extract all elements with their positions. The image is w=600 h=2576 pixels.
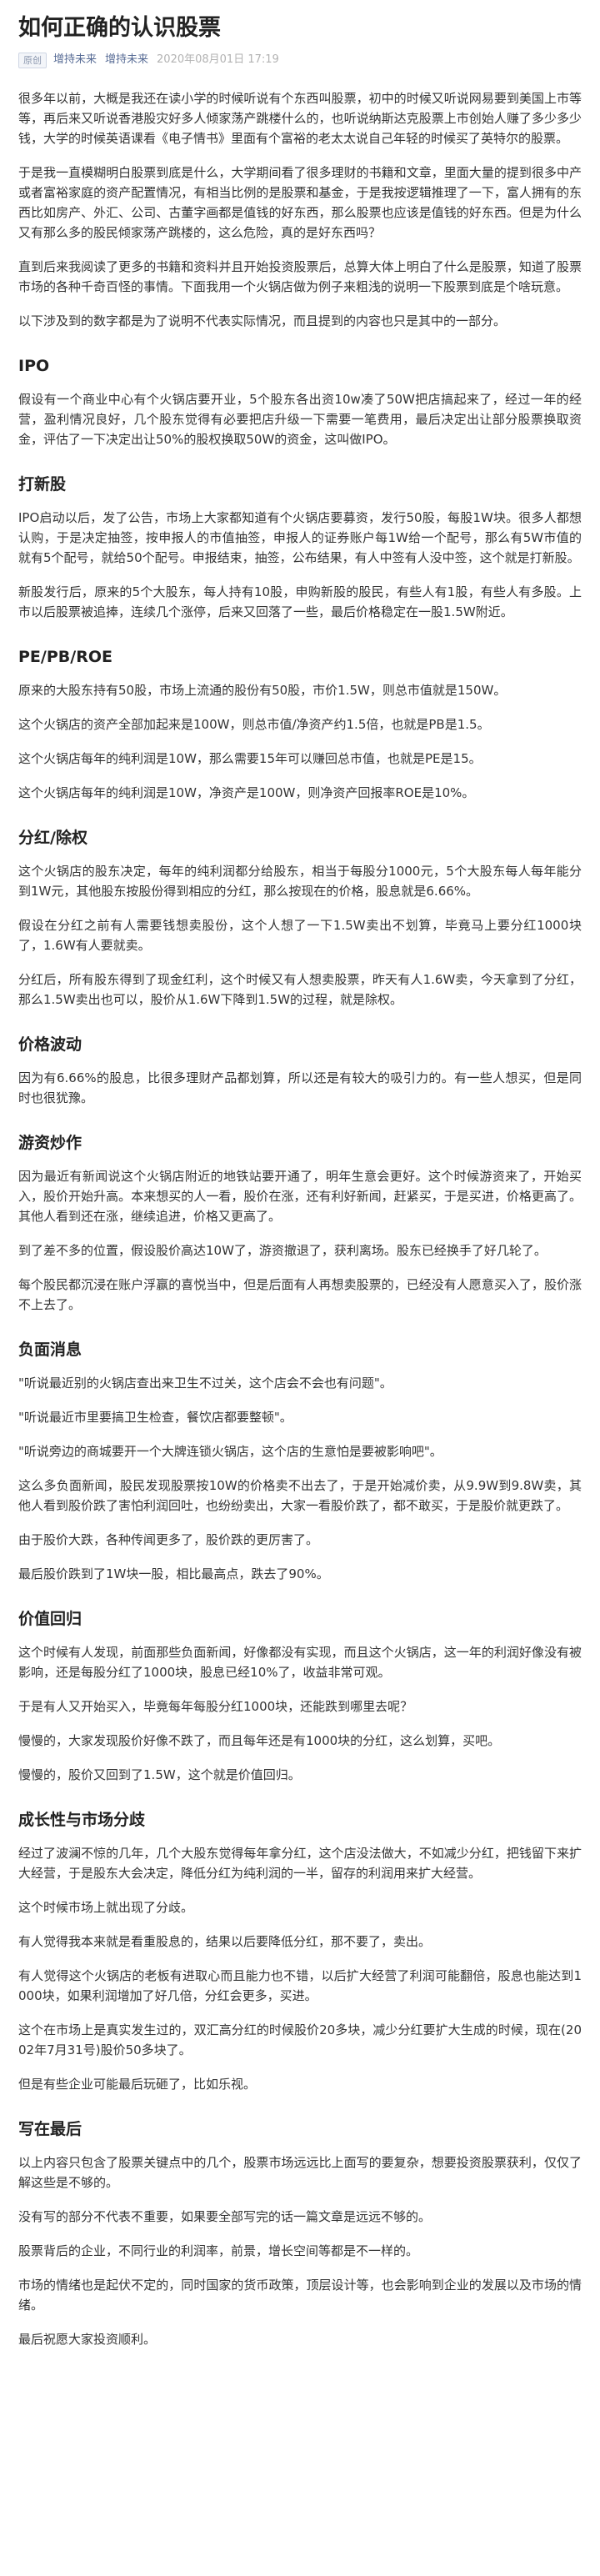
paragraph: 于是我一直模糊明白股票到底是什么，大学期间看了很多理财的书籍和文章，里面大量的提…: [18, 165, 582, 240]
publish-date: 2020年08月01日 17:19: [157, 53, 279, 66]
paragraph: "听说最近市里要搞卫生检查，餐饮店都要整顿"。: [18, 1410, 292, 1425]
paragraph: 最后股价跌到了1W块一股，相比最高点，跌去了90%。: [18, 1566, 329, 1581]
paragraph: 这个火锅店每年的纯利润是10W，净资产是100W，则净资产回报率ROE是10%。: [18, 785, 475, 800]
section-heading: 打新股: [18, 475, 67, 494]
article-title: 如何正确的认识股票: [18, 15, 221, 41]
paragraph: 这个火锅店每年的纯利润是10W，那么需要15年可以赚回总市值，也就是PE是15。: [18, 751, 482, 766]
paragraph: 每个股民都沉浸在账户浮赢的喜悦当中，但是后面有人再想卖股票的，已经没有人愿意买入…: [18, 1277, 582, 1312]
paragraph: "听说最近别的火锅店查出来卫生不过关，这个店会不会也有问题"。: [18, 1376, 392, 1391]
paragraph: 新股发行后，原来的5个大股东，每人持有10股，申购新股的股民，有些人有1股，有些…: [18, 584, 582, 619]
paragraph: 这个火锅店的股东决定，每年的纯利润都分给股东，相当于每股分1000元，5个大股东…: [18, 864, 582, 899]
paragraph: 这么多负面新闻，股民发现股票按10W的价格卖不出去了，于是开始减价卖，从9.9W…: [18, 1478, 582, 1513]
paragraph: 很多年以前，大概是我还在读小学的时候听说有个东西叫股票，初中的时候又听说网易要到…: [18, 91, 582, 146]
paragraph: 分红后，所有股东得到了现金红利，这个时候又有人想卖股票，昨天有人1.6W卖，今天…: [18, 972, 582, 1007]
paragraph: 有人觉得我本来就是看重股息的，结果以后要降低分红，那不要了，卖出。: [18, 1934, 432, 1949]
section-heading: 写在最后: [18, 2120, 82, 2138]
paragraph: 这个火锅店的资产全部加起来是100W，则总市值/净资产约1.5倍，也就是PB是1…: [18, 717, 490, 732]
paragraph: 到了差不多的位置，假设股价高达10W了，游资撤退了，获利离场。股东已经换手了好几…: [18, 1243, 547, 1258]
original-badge: 原创: [18, 52, 47, 68]
paragraph: 这个在市场上是真实发生过的，双汇高分红的时候股价20多块，减少分红要扩大生成的时…: [18, 2022, 582, 2057]
paragraph: 但是有些企业可能最后玩砸了，比如乐视。: [18, 2077, 257, 2092]
paragraph: 因为最近有新闻说这个火锅店附近的地铁站要开通了，明年生意会更好。这个时候游资来了…: [18, 1169, 582, 1224]
paragraph: 没有写的部分不代表不重要，如果要全部写完的话一篇文章是远远不够的。: [18, 2209, 432, 2224]
section-heading: 成长性与市场分歧: [18, 1811, 146, 1829]
section-heading: 游资炒作: [18, 1134, 82, 1152]
paragraph: 有人觉得这个火锅店的老板有进取心而且能力也不错，以后扩大经营了利润可能翻倍，股息…: [18, 1968, 582, 2003]
paragraph: 原来的大股东持有50股，市场上流通的股份有50股，市价1.5W，则总市值就是15…: [18, 683, 507, 698]
paragraph: 最后祝愿大家投资顺利。: [18, 2332, 157, 2347]
paragraph: 假设有一个商业中心有个火锅店要开业，5个股东各出资10w凑了50W把店搞起来了，…: [18, 392, 582, 447]
article-page: 如何正确的认识股票 原创 增持未来 增持未来 2020年08月01日 17:19…: [0, 0, 600, 2349]
paragraph: 以下涉及到的数字都是为了说明不代表实际情况，而且提到的内容也只是其中的一部分。: [18, 313, 507, 328]
paragraph: 慢慢的，股价又回到了1.5W，这个就是价值回归。: [18, 1767, 301, 1782]
paragraph: IPO启动以后，发了公告，市场上大家都知道有个火锅店要募资，发行50股，每股1W…: [18, 510, 582, 565]
section-heading: 负面消息: [18, 1341, 82, 1359]
paragraph: 由于股价大跌，各种传闻更多了，股价跌的更厉害了。: [18, 1532, 319, 1547]
paragraph: 股票背后的企业，不同行业的利润率，前景，增长空间等都是不一样的。: [18, 2243, 419, 2258]
section-heading: 价值回归: [18, 1610, 82, 1628]
paragraph: 经过了波澜不惊的几年，几个大股东觉得每年拿分红，这个店没法做大，不如减少分红，把…: [18, 1846, 582, 1881]
section-heading: IPO: [18, 357, 50, 375]
paragraph: 慢慢的，大家发现股价好像不跌了，而且每年还是有1000块的分红，这么划算，买吧。: [18, 1733, 501, 1748]
paragraph: 这个时候有人发现，前面那些负面新闻，好像都没有实现，而且这个火锅店，这一年的利润…: [18, 1645, 582, 1680]
paragraph: "听说旁边的商城要开一个大牌连锁火锅店，这个店的生意怕是要被影响吧"。: [18, 1444, 442, 1459]
section-heading: 分红/除权: [18, 829, 88, 847]
paragraph: 假设在分红之前有人需要钱想卖股份，这个人想了一下1.5W卖出不划算，毕竟马上要分…: [18, 918, 582, 953]
paragraph: 以上内容只包含了股票关键点中的几个，股票市场远远比上面写的要复杂，想要投资股票获…: [18, 2155, 582, 2190]
paragraph: 因为有6.66%的股息，比很多理财产品都划算，所以还是有较大的吸引力的。有一些人…: [18, 1070, 582, 1105]
article-body: 很多年以前，大概是我还在读小学的时候听说有个东西叫股票，初中的时候又听说网易要到…: [18, 88, 582, 2349]
paragraph: 市场的情绪也是起伏不定的，同时国家的货币政策，顶层设计等，也会影响到企业的发展以…: [18, 2278, 582, 2313]
account-name-link[interactable]: 增持未来: [105, 52, 148, 68]
section-heading: 价格波动: [18, 1035, 82, 1054]
paragraph: 这个时候市场上就出现了分歧。: [18, 1900, 194, 1915]
section-heading: PE/PB/ROE: [18, 648, 112, 666]
paragraph: 于是有人又开始买入，毕竟每年每股分红1000块，还能跌到哪里去呢？: [18, 1699, 413, 1714]
paragraph: 直到后来我阅读了更多的书籍和资料并且开始投资股票后，总算大体上明白了什么是股票，…: [18, 259, 582, 294]
author-name[interactable]: 增持未来: [53, 52, 97, 68]
article-meta: 原创 增持未来 增持未来 2020年08月01日 17:19: [18, 52, 582, 68]
